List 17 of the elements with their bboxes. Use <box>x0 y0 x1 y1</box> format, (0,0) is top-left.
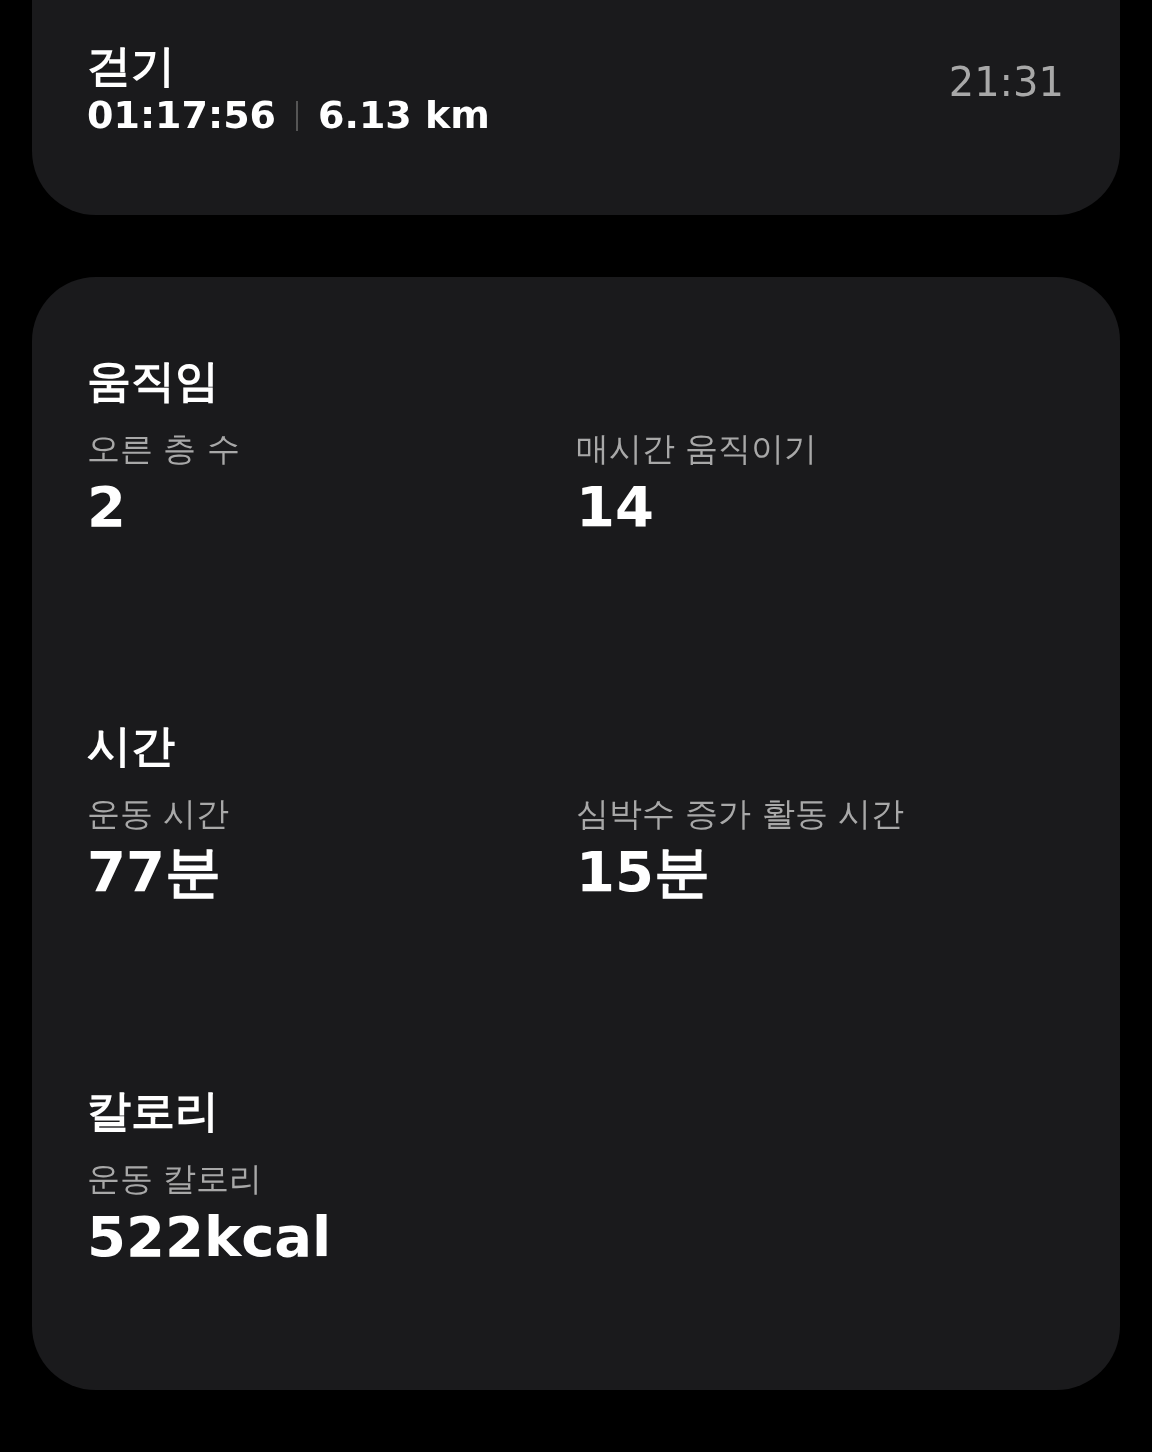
stat-label: 심박수 증가 활동 시간 <box>576 792 905 835</box>
workout-distance: 6.13 km <box>318 92 490 139</box>
section-title: 움직임 <box>87 355 220 408</box>
section-title: 시간 <box>87 720 176 773</box>
section-title: 칼로리 <box>87 1085 220 1138</box>
stat-value: 77분 <box>87 837 221 906</box>
stat-value: 522kcal <box>87 1202 332 1271</box>
workout-duration: 01:17:56 <box>87 92 277 139</box>
stat-value: 15분 <box>576 837 710 906</box>
workout-time: 21:31 <box>948 58 1064 107</box>
stat-label: 매시간 움직이기 <box>576 427 818 470</box>
stat-value: 2 <box>87 472 126 541</box>
stat-label: 오른 층 수 <box>87 427 240 470</box>
workout-title: 걷기 <box>87 40 176 93</box>
stat-label: 운동 칼로리 <box>87 1157 263 1200</box>
stat-label: 운동 시간 <box>87 792 230 835</box>
stat-value: 14 <box>576 472 654 541</box>
